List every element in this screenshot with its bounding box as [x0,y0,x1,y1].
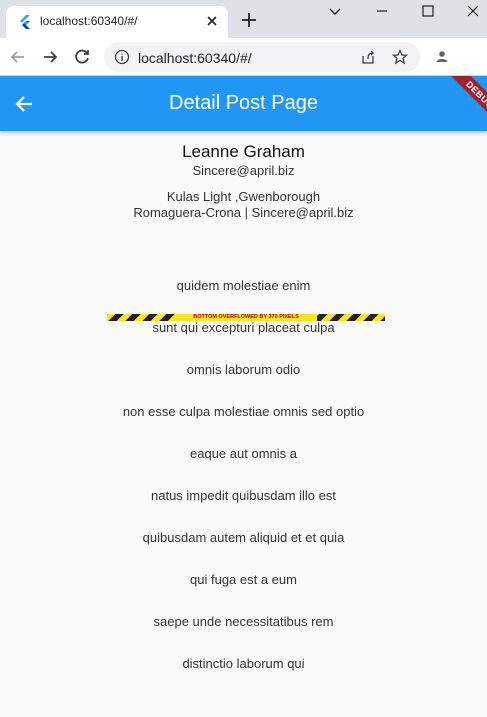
browser-tab-strip: localhost:60340/#/ [0,0,487,38]
user-email: Sincere@april.biz [192,163,295,178]
detail-content: Leanne Graham Sincere@april.biz Kulas Li… [0,131,487,717]
post-item: distinctio laborum qui [182,656,305,671]
url-text[interactable]: localhost:60340/#/ [138,50,252,66]
new-tab-icon[interactable] [240,11,258,29]
post-item: quibusdam autem aliquid et et quia [142,530,345,545]
share-icon[interactable] [360,49,376,65]
app-bar: Detail Post Page DEBUG [0,76,487,131]
browser-toolbar: localhost:60340/#/ [0,38,487,105]
post-item: non esse culpa molestiae omnis sed optio [122,404,365,419]
forward-icon[interactable] [40,47,60,67]
address-bar[interactable]: localhost:60340/#/ [104,42,420,72]
flutter-icon [20,15,30,29]
close-window-icon[interactable] [465,3,481,19]
reload-icon[interactable] [72,47,92,67]
tab-title: localhost:60340/#/ [40,14,138,28]
info-icon[interactable] [114,49,130,65]
post-item: natus impedit quibusdam illo est [151,488,336,503]
post-item: eaque aut omnis a [190,446,297,461]
chevron-down-icon[interactable] [327,3,343,19]
minimize-icon[interactable] [374,3,390,19]
post-item: qui fuga est a eum [190,572,297,587]
post-item: quidem molestiae enim [176,278,311,293]
person-icon [436,51,448,62]
bookmark-star-icon[interactable] [392,49,408,65]
browser-tab[interactable]: localhost:60340/#/ [6,6,228,38]
back-icon[interactable] [8,47,28,67]
post-item: omnis laborum odio [186,362,301,377]
post-item: saepe unde necessitatibus rem [153,614,334,629]
post-item: sunt qui excepturi placeat culpa [152,320,335,335]
user-company: Romaguera-Crona | Sincere@april.biz [133,205,354,220]
close-tab-icon[interactable] [204,13,220,29]
user-name: Leanne Graham [182,142,305,161]
user-address: Kulas Light ,Gwenborough [166,189,321,204]
page-title: Detail Post Page [169,92,318,114]
maximize-icon[interactable] [420,3,436,19]
